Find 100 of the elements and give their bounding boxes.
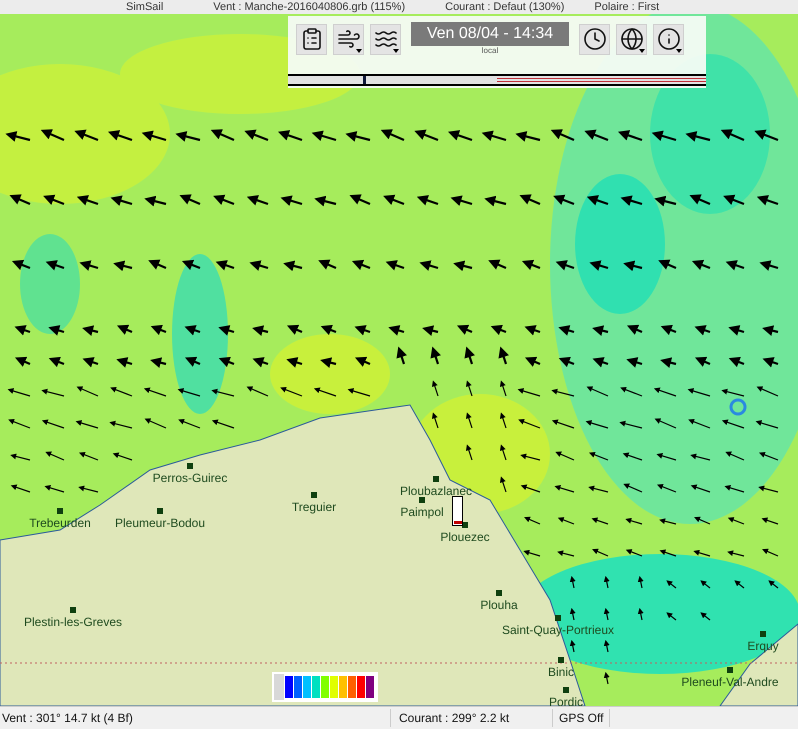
wind-arrow-icon (44, 485, 64, 493)
wind-arrow-icon (218, 356, 234, 368)
town-label: Binic (548, 665, 574, 679)
wind-arrow-icon (466, 380, 473, 396)
wind-arrow-icon (348, 388, 370, 397)
wind-arrow-icon (524, 356, 540, 367)
wind-arrow-icon (654, 418, 676, 429)
wind-arrow-icon (762, 517, 778, 525)
wind-arrow-icon (734, 580, 744, 588)
dropdown-caret-icon (393, 48, 399, 52)
wind-arrow-icon (762, 357, 778, 368)
wind-arrow-icon (638, 576, 644, 588)
header-text: SimSail (126, 1, 164, 14)
wind-arrow-icon (524, 325, 540, 336)
town-label: Pleumeur-Bodou (114, 516, 206, 530)
wind-arrow-icon (518, 388, 540, 397)
wind-arrow-icon (558, 356, 574, 368)
info-button[interactable] (653, 24, 684, 54)
wind-arrow-icon (182, 260, 200, 270)
wind-arrow-icon (148, 260, 166, 270)
timeline-track[interactable] (288, 74, 706, 86)
wind-arrow-icon (280, 386, 302, 397)
wind-arrow-icon (488, 260, 506, 270)
wind-arrow-icon (116, 324, 132, 335)
gps-status: GPS Off (552, 709, 610, 727)
wind-arrow-icon (522, 260, 540, 270)
wind-arrow-icon (252, 357, 268, 368)
wind-arrow-icon (500, 380, 507, 396)
wind-arrow-icon (762, 548, 778, 557)
wind-arrow-icon (756, 195, 778, 206)
info-icon (656, 27, 680, 51)
wind-arrow-icon (523, 550, 540, 557)
wind-arrow-icon (654, 196, 676, 206)
dropdown-caret-icon (676, 48, 682, 52)
globe-button[interactable] (616, 24, 647, 54)
wind-arrow-icon (552, 420, 574, 429)
boat-position-icon (730, 398, 746, 416)
wind-arrow-icon (212, 420, 234, 429)
wind-icon (336, 27, 360, 51)
wind-arrow-icon (246, 386, 268, 397)
wind-status: Vent : 301° 14.7 kt (4 Bf) (2, 710, 134, 727)
wind-arrow-icon (554, 485, 574, 493)
wind-arrow-icon (688, 418, 710, 429)
wind-arrow-icon (690, 454, 710, 461)
wind-arrow-icon (758, 486, 778, 493)
wind-arrow-icon (175, 131, 200, 142)
wind-arrow-icon (179, 194, 200, 205)
wind-arrow-icon (464, 346, 475, 364)
wind-arrow-icon (82, 357, 98, 368)
wind-arrow-icon (144, 418, 166, 429)
wind-arrow-icon (727, 550, 744, 557)
wind-arrow-icon (685, 131, 710, 142)
wind-arrow-icon (604, 672, 610, 684)
wind-arrow-icon (550, 129, 574, 141)
wind-arrow-icon (78, 452, 98, 461)
timeline-cursor[interactable] (363, 76, 366, 84)
wind-arrow-icon (756, 386, 778, 397)
wind-arrow-icon (144, 388, 166, 397)
wind-arrow-icon (557, 550, 574, 557)
wind-arrow-icon (592, 517, 608, 525)
timezone-label: local (482, 46, 498, 56)
town-label: Paimpol (400, 505, 444, 519)
wind-arrow-icon (692, 260, 710, 270)
wind-arrow-icon (520, 454, 540, 461)
wind-arrow-icon (768, 580, 778, 588)
wind-arrow-icon (184, 356, 200, 367)
town-label: Perros-Guirec (152, 471, 228, 485)
clipboard-button[interactable] (296, 24, 327, 54)
wind-arrow-icon (448, 130, 472, 142)
wind-arrow-icon (42, 420, 64, 429)
wind-button[interactable] (333, 24, 364, 54)
town-label: Plouezec (440, 530, 490, 544)
wind-arrow-icon (570, 576, 576, 588)
globe-icon (620, 27, 644, 51)
wind-arrow-icon (456, 324, 472, 335)
wind-arrow-icon (728, 517, 744, 525)
clock-button[interactable] (579, 24, 610, 54)
wind-arrow-icon (690, 484, 710, 493)
wind-arrow-icon (283, 260, 302, 272)
wind-arrow-icon (178, 418, 200, 429)
wind-arrow-icon (244, 130, 268, 142)
wind-arrow-icon (352, 260, 370, 270)
wind-arrow-icon (213, 194, 234, 206)
wind-arrow-icon (666, 612, 676, 620)
waves-button[interactable] (370, 24, 401, 54)
date-time-button[interactable]: Ven 08/04 - 14:34 (411, 22, 569, 46)
wind-arrow-icon (45, 452, 64, 461)
wind-arrow-icon (8, 388, 30, 397)
wind-arrow-icon (184, 325, 200, 336)
town-label: Plestin-les-Greves (24, 615, 122, 629)
wind-arrow-icon (756, 420, 778, 429)
wind-arrow-icon (519, 194, 540, 205)
wind-arrow-icon (10, 454, 30, 461)
wind-arrow-icon (722, 420, 744, 429)
wind-arrow-icon (553, 194, 574, 206)
wind-arrow-icon (588, 486, 608, 493)
wind-arrow-icon (754, 130, 778, 142)
wind-arrow-icon (622, 452, 642, 461)
wind-arrow-icon (144, 196, 166, 206)
wind-arrow-icon (623, 260, 642, 272)
